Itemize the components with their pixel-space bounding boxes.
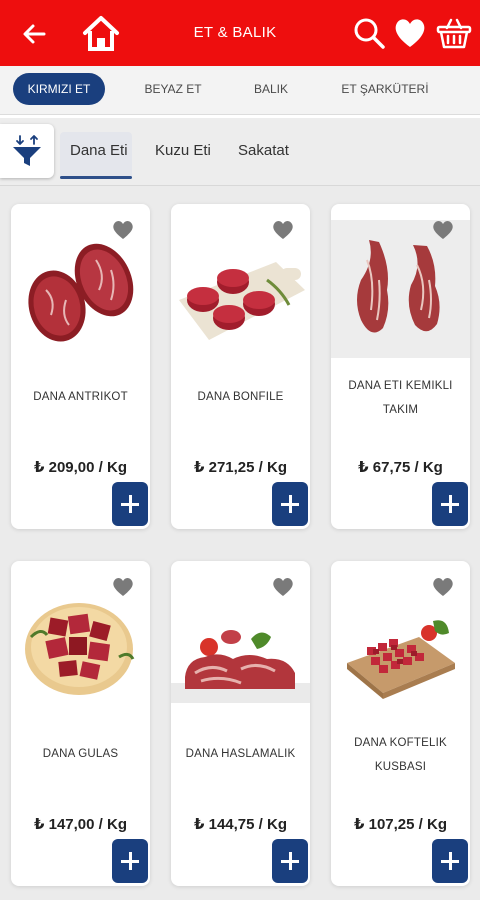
product-image-ribeye xyxy=(28,243,134,342)
favorite-heart-icon[interactable] xyxy=(272,220,294,240)
add-to-cart-button[interactable] xyxy=(112,839,148,883)
product-price: ₺ 271,25 / Kg xyxy=(194,459,287,476)
product-card[interactable]: DANA ANTRIKOT ₺ 209,00 / Kg xyxy=(11,204,150,529)
product-name: DANA BONFILE xyxy=(197,391,284,403)
product-card[interactable]: DANA ETI KEMIKLI TAKIM ₺ 67,75 / Kg xyxy=(331,204,470,529)
product-name-line: KUSBASI xyxy=(374,761,427,773)
active-subtab-indicator xyxy=(60,176,132,179)
category-tabs: KIRMIZI ET BEYAZ ET BALIK ET ŞARKÜTERİ xyxy=(0,66,480,114)
add-to-cart-button[interactable] xyxy=(432,482,468,526)
tab-kirmizi-et[interactable]: KIRMIZI ET xyxy=(13,73,105,105)
product-name: DANA GULAS xyxy=(42,748,119,760)
filter-funnel-icon xyxy=(13,135,41,166)
subtab-kuzu-eti[interactable]: Kuzu Eti xyxy=(155,142,211,159)
basket-icon[interactable] xyxy=(436,15,472,51)
product-name-line: TAKIM xyxy=(382,404,419,416)
product-name-line: DANA ETI KEMIKLI xyxy=(348,380,453,392)
product-image-carcass xyxy=(331,220,470,358)
add-to-cart-button[interactable] xyxy=(112,482,148,526)
favorite-heart-icon[interactable] xyxy=(432,220,454,240)
product-name: DANA ANTRIKOT xyxy=(33,391,128,403)
subcategory-bar: Dana Eti Kuzu Eti Sakatat xyxy=(0,118,480,186)
product-name-line: DANA KOFTELIK xyxy=(354,737,447,749)
product-card[interactable]: DANA GULAS ₺ 147,00 / Kg xyxy=(11,561,150,886)
product-name: DANA HASLAMALIK xyxy=(185,748,296,760)
product-price: ₺ 209,00 / Kg xyxy=(34,459,127,476)
product-price: ₺ 67,75 / Kg xyxy=(358,459,443,476)
product-price: ₺ 144,75 / Kg xyxy=(194,816,287,833)
home-icon[interactable] xyxy=(80,12,122,54)
product-image-goulash xyxy=(25,603,135,695)
product-image-boiling-meat xyxy=(171,630,310,703)
favorite-heart-icon[interactable] xyxy=(272,577,294,597)
filter-button[interactable] xyxy=(0,124,54,178)
product-price: ₺ 107,25 / Kg xyxy=(354,816,447,833)
product-image-cubed-meat xyxy=(347,620,455,699)
favorite-heart-icon[interactable] xyxy=(112,577,134,597)
add-to-cart-button[interactable] xyxy=(272,839,308,883)
tab-et-sarkuteri[interactable]: ET ŞARKÜTERİ xyxy=(330,73,440,105)
back-arrow-icon[interactable] xyxy=(18,18,50,50)
page-title: ET & BALIK xyxy=(193,24,277,41)
product-card[interactable]: DANA BONFILE ₺ 271,25 / Kg xyxy=(171,204,310,529)
product-name: DANA KOFTELIK KUSBASI xyxy=(339,731,462,779)
add-to-cart-button[interactable] xyxy=(432,839,468,883)
search-icon[interactable] xyxy=(352,16,386,50)
app-header: ET & BALIK xyxy=(0,0,480,66)
product-card[interactable]: DANA HASLAMALIK ₺ 144,75 / Kg xyxy=(171,561,310,886)
subtab-sakatat[interactable]: Sakatat xyxy=(238,142,289,159)
product-price: ₺ 147,00 / Kg xyxy=(34,816,127,833)
add-to-cart-button[interactable] xyxy=(272,482,308,526)
favorite-heart-icon[interactable] xyxy=(112,220,134,240)
product-card[interactable]: DANA KOFTELIK KUSBASI ₺ 107,25 / Kg xyxy=(331,561,470,886)
product-image-tenderloin xyxy=(179,262,305,340)
tab-beyaz-et[interactable]: BEYAZ ET xyxy=(130,73,216,105)
subtab-dana-eti[interactable]: Dana Eti xyxy=(70,142,128,159)
product-name: DANA ETI KEMIKLI TAKIM xyxy=(339,374,462,422)
favorites-heart-icon[interactable] xyxy=(393,16,427,50)
tab-balik[interactable]: BALIK xyxy=(236,73,306,105)
favorite-heart-icon[interactable] xyxy=(432,577,454,597)
